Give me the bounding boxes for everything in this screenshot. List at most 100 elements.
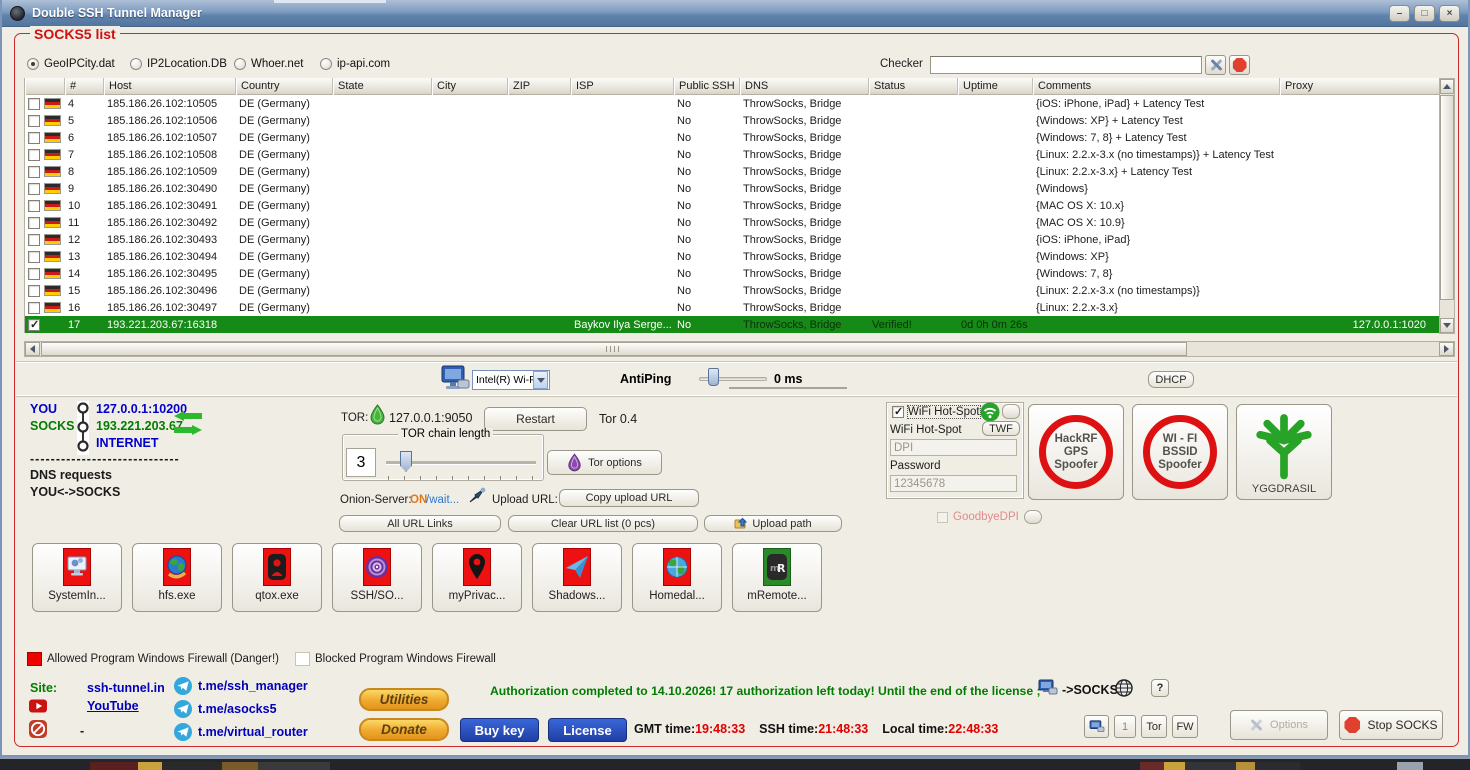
yggdrasil-button[interactable]: YGGDRASIL	[1236, 404, 1332, 500]
site-link[interactable]: ssh-tunnel.in	[87, 681, 165, 695]
stop-socks-button[interactable]: Stop SOCKS	[1339, 710, 1443, 740]
minimize-button[interactable]: –	[1389, 5, 1410, 22]
wifi-hotspot-checkbox[interactable]	[892, 406, 904, 418]
wifi-extra-button[interactable]	[1002, 404, 1020, 419]
utilities-button[interactable]: Utilities	[359, 688, 449, 711]
telegram-link-3[interactable]: t.me/virtual_router	[198, 725, 308, 739]
app-shadowsocks-button[interactable]: Shadows...	[532, 543, 622, 612]
vertical-scrollbar[interactable]	[1439, 78, 1455, 334]
column-header-City[interactable]: City	[432, 78, 508, 95]
maximize-button[interactable]: □	[1414, 5, 1435, 22]
telegram-link-2[interactable]: t.me/asocks5	[198, 702, 277, 716]
antiping-slider-thumb[interactable]	[708, 368, 719, 386]
app-homedale-button[interactable]: Homedal...	[632, 543, 722, 612]
app-mremote-button[interactable]: mR mRemote...	[732, 543, 822, 612]
telegram-icon[interactable]	[174, 700, 192, 718]
column-header-Public SSH[interactable]: Public SSH	[674, 78, 740, 95]
radio-circle[interactable]	[27, 58, 39, 70]
radio-circle[interactable]	[320, 58, 332, 70]
wifi-ssid-input[interactable]	[890, 439, 1017, 456]
scroll-down-button[interactable]	[1440, 318, 1454, 333]
row-checkbox[interactable]	[28, 302, 40, 314]
row-checkbox[interactable]	[28, 183, 40, 195]
goodbyedpi-checkbox[interactable]	[937, 512, 948, 523]
column-header-select[interactable]	[25, 78, 65, 95]
tor-mini-button[interactable]: Tor	[1141, 715, 1167, 738]
column-header-ISP[interactable]: ISP	[571, 78, 674, 95]
row-checkbox[interactable]	[28, 319, 40, 331]
column-header-Proxy[interactable]: Proxy	[1280, 78, 1440, 95]
app-qtox-button[interactable]: qtox.exe	[232, 543, 322, 612]
radio-ipapi[interactable]: ip-api.com	[320, 58, 390, 70]
youtube-icon[interactable]	[29, 697, 47, 715]
radio-circle[interactable]	[130, 58, 142, 70]
twf-button[interactable]: TWF	[982, 421, 1020, 436]
table-row[interactable]: 14 185.186.26.102:30495 DE (Germany) No …	[25, 265, 1439, 282]
all-url-links-button[interactable]: All URL Links	[339, 515, 501, 532]
options-button[interactable]: Options	[1230, 710, 1328, 740]
tor-options-button[interactable]: Tor options	[547, 450, 662, 475]
column-header-#[interactable]: #	[65, 78, 104, 95]
table-row-selected[interactable]: 17 193.221.203.67:16318 Baykov Ilya Serg…	[25, 316, 1439, 333]
scroll-right-button[interactable]	[1439, 342, 1454, 356]
telegram-icon[interactable]	[174, 677, 192, 695]
firewall-mini-button[interactable]: FW	[1172, 715, 1198, 738]
table-row[interactable]: 8 185.186.26.102:10509 DE (Germany) No T…	[25, 163, 1439, 180]
horizontal-scrollbar[interactable]	[24, 341, 1455, 357]
goodbyedpi-extra-button[interactable]	[1024, 510, 1042, 524]
row-checkbox[interactable]	[28, 98, 40, 110]
table-row[interactable]: 6 185.186.26.102:10507 DE (Germany) No T…	[25, 129, 1439, 146]
scroll-thumb[interactable]	[41, 342, 1187, 356]
checker-stop-button[interactable]	[1229, 55, 1250, 75]
table-row[interactable]: 15 185.186.26.102:30496 DE (Germany) No …	[25, 282, 1439, 299]
row-checkbox[interactable]	[28, 234, 40, 246]
table-row[interactable]: 4 185.186.26.102:10505 DE (Germany) No T…	[25, 95, 1439, 112]
table-row[interactable]: 11 185.186.26.102:30492 DE (Germany) No …	[25, 214, 1439, 231]
table-row[interactable]: 9 185.186.26.102:30490 DE (Germany) No T…	[25, 180, 1439, 197]
upload-path-button[interactable]: Upload path	[704, 515, 842, 532]
license-button[interactable]: License	[548, 718, 627, 742]
row-checkbox[interactable]	[28, 166, 40, 178]
copy-upload-url-button[interactable]: Copy upload URL	[559, 489, 699, 507]
hackrf-gps-spoofer-button[interactable]: HackRF GPS Spoofer	[1028, 404, 1124, 500]
table-row[interactable]: 5 185.186.26.102:10506 DE (Germany) No T…	[25, 112, 1439, 129]
column-header-Comments[interactable]: Comments	[1033, 78, 1280, 95]
column-header-DNS[interactable]: DNS	[740, 78, 869, 95]
column-header-Status[interactable]: Status	[869, 78, 958, 95]
donate-button[interactable]: Donate	[359, 718, 449, 741]
blocked-site-icon[interactable]	[29, 720, 47, 738]
table-row[interactable]: 13 185.186.26.102:30494 DE (Germany) No …	[25, 248, 1439, 265]
row-checkbox[interactable]	[28, 115, 40, 127]
radio-whoer[interactable]: Whoer.net	[234, 58, 303, 70]
counter-button[interactable]: 1	[1114, 715, 1136, 738]
row-checkbox[interactable]	[28, 268, 40, 280]
table-row[interactable]: 16 185.186.26.102:30497 DE (Germany) No …	[25, 299, 1439, 316]
help-button[interactable]: ?	[1151, 679, 1169, 697]
row-checkbox[interactable]	[28, 149, 40, 161]
title-bar[interactable]: Double SSH Tunnel Manager – □ ×	[2, 0, 1468, 27]
radio-ip2location[interactable]: IP2Location.DB	[130, 58, 227, 70]
row-checkbox[interactable]	[28, 132, 40, 144]
row-checkbox[interactable]	[28, 217, 40, 229]
app-sshsocks-button[interactable]: SSH/SO...	[332, 543, 422, 612]
column-header-Country[interactable]: Country	[236, 78, 333, 95]
clear-url-list-button[interactable]: Clear URL list (0 pcs)	[508, 515, 698, 532]
table-row[interactable]: 7 185.186.26.102:10508 DE (Germany) No T…	[25, 146, 1439, 163]
telegram-link-1[interactable]: t.me/ssh_manager	[198, 679, 308, 693]
checker-input[interactable]	[930, 56, 1202, 74]
table-row[interactable]: 10 185.186.26.102:30491 DE (Germany) No …	[25, 197, 1439, 214]
radio-circle[interactable]	[234, 58, 246, 70]
row-checkbox[interactable]	[28, 251, 40, 263]
wifi-hotspot-enable-label[interactable]: WiFi Hot-Spot	[908, 406, 980, 418]
select-dropdown-button[interactable]	[533, 371, 548, 389]
network-mini-button[interactable]	[1084, 715, 1109, 738]
dhcp-button[interactable]: DHCP	[1148, 371, 1194, 388]
telegram-icon[interactable]	[174, 723, 192, 741]
youtube-link[interactable]: YouTube	[87, 699, 139, 713]
row-checkbox[interactable]	[28, 285, 40, 297]
tor-restart-button[interactable]: Restart	[484, 407, 587, 431]
table-row[interactable]: 12 185.186.26.102:30493 DE (Germany) No …	[25, 231, 1439, 248]
row-checkbox[interactable]	[28, 200, 40, 212]
scroll-left-button[interactable]	[25, 342, 40, 356]
buy-key-button[interactable]: Buy key	[460, 718, 539, 742]
